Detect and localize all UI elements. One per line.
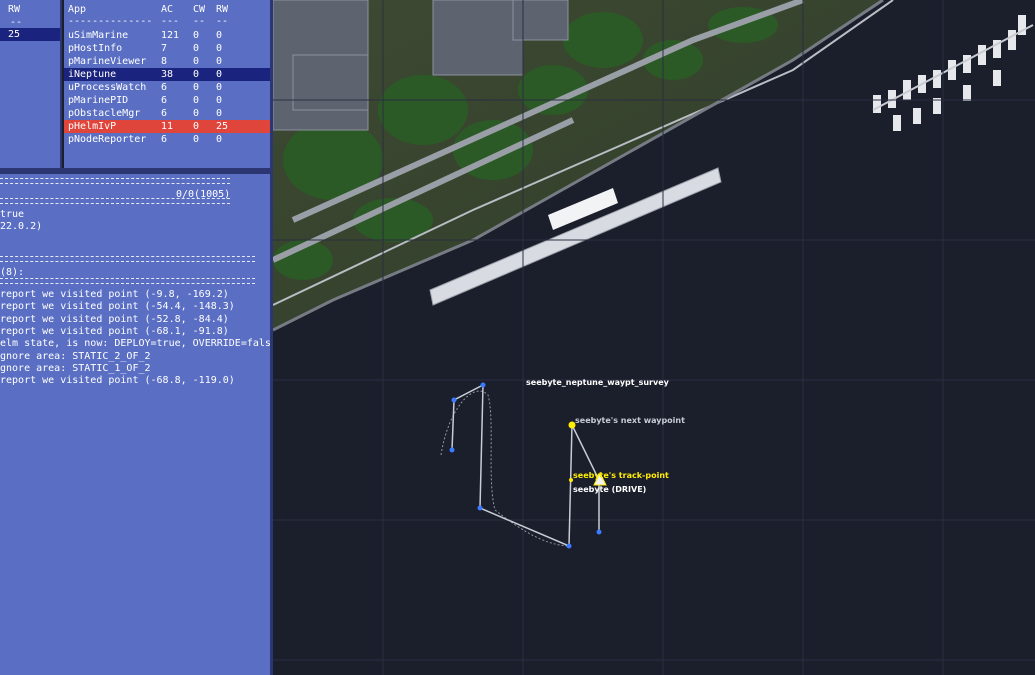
app-cell-app: uProcessWatch bbox=[68, 82, 147, 93]
app-cell-rw: 0 bbox=[216, 30, 223, 41]
app-row[interactable]: pHostInfo 7 0 0 bbox=[64, 42, 270, 55]
app-row[interactable]: iNeptune 38 0 0 bbox=[64, 68, 270, 81]
dash-ac: --- bbox=[161, 16, 180, 27]
app-cell-cw: 0 bbox=[193, 56, 200, 67]
log-line: gnore area: STATIC_2_OF_2 bbox=[0, 350, 151, 362]
rw-header: RW bbox=[8, 4, 21, 15]
app-cell-cw: 0 bbox=[193, 121, 200, 132]
app-cell-app: iNeptune bbox=[68, 69, 117, 80]
log-line: report we visited point (-54.4, -148.3) bbox=[0, 301, 235, 313]
app-row[interactable]: pMarinePID 6 0 0 bbox=[64, 94, 270, 107]
app-cell-app: pMarineViewer bbox=[68, 56, 147, 67]
app-row[interactable]: uSimMarine 121 0 0 bbox=[64, 29, 270, 42]
app-cell-app: pHelmIvP bbox=[68, 121, 117, 132]
app-cell-rw: 0 bbox=[216, 95, 223, 106]
log-top-line-2: 22.0.2) bbox=[0, 221, 43, 232]
map-viewer[interactable]: seebyte_neptune_waypt_survey seebyte's n… bbox=[273, 0, 1035, 675]
app-cell-rw: 0 bbox=[216, 56, 223, 67]
log-line: report we visited point (-9.8, -169.2) bbox=[0, 289, 229, 300]
app-table-dashes: -------------- --- -- -- bbox=[64, 15, 270, 28]
track-point-label: seebyte's track-point bbox=[573, 471, 669, 480]
dash-app: -------------- bbox=[68, 16, 153, 27]
app-cell-ac: 6 bbox=[161, 108, 168, 119]
app-cell-ac: 6 bbox=[161, 134, 168, 145]
app-cell-cw: 0 bbox=[193, 30, 200, 41]
rule-4 bbox=[0, 278, 255, 284]
app-cell-rw: 0 bbox=[216, 134, 223, 145]
app-cell-app: uSimMarine bbox=[68, 30, 129, 41]
vehicle-label: seebyte (DRIVE) bbox=[573, 485, 647, 494]
log-line: gnore area: STATIC_1_OF_2 bbox=[0, 362, 151, 374]
app-cell-ac: 6 bbox=[161, 82, 168, 93]
app-cell-app: pMarinePID bbox=[68, 95, 129, 106]
app-cell-ac: 11 bbox=[161, 121, 174, 132]
rule-3 bbox=[0, 256, 255, 262]
app-row[interactable]: pObstacleMgr 6 0 0 bbox=[64, 107, 270, 120]
app-row[interactable]: pHelmIvP 11 0 25 bbox=[64, 120, 270, 133]
dash-rw: -- bbox=[216, 16, 229, 27]
app-cell-ac: 7 bbox=[161, 43, 168, 54]
helm-log-pane: 0/0(1005) true 22.0.2) (8): report we vi… bbox=[0, 172, 270, 675]
app-cell-app: pObstacleMgr bbox=[68, 108, 141, 119]
survey-label: seebyte_neptune_waypt_survey bbox=[526, 378, 669, 387]
map-canvas[interactable] bbox=[273, 0, 1035, 675]
app-row[interactable]: uProcessWatch 6 0 0 bbox=[64, 81, 270, 94]
app-cell-cw: 0 bbox=[193, 134, 200, 145]
app-cell-ac: 38 bbox=[161, 69, 174, 80]
selected-row[interactable]: 25 bbox=[0, 28, 60, 41]
app-cell-cw: 0 bbox=[193, 43, 200, 54]
app-cell-ac: 6 bbox=[161, 95, 168, 106]
app-cell-ac: 121 bbox=[161, 30, 180, 41]
rule-2 bbox=[0, 198, 230, 204]
app-cell-rw: 25 bbox=[216, 121, 229, 132]
log-line: elm state, is now: DEPLOY=true, OVERRIDE… bbox=[0, 338, 270, 350]
app-cell-ac: 8 bbox=[161, 56, 168, 67]
app-cell-cw: 0 bbox=[193, 108, 200, 119]
app-cell-rw: 0 bbox=[216, 43, 223, 54]
app-cell-rw: 0 bbox=[216, 108, 223, 119]
rule-top bbox=[0, 178, 230, 184]
app-row[interactable]: pNodeReporter 6 0 0 bbox=[64, 133, 270, 146]
app-cell-cw: 0 bbox=[193, 82, 200, 93]
log-line: report we visited point (-68.8, -119.0) bbox=[0, 375, 235, 387]
app-row[interactable]: pMarineViewer 8 0 0 bbox=[64, 55, 270, 68]
app-cell-app: pNodeReporter bbox=[68, 134, 147, 145]
app-status-pane: App AC CW RW -------------- --- -- -- uS… bbox=[64, 0, 270, 168]
selected-value: 25 bbox=[8, 29, 21, 40]
app-cell-rw: 0 bbox=[216, 69, 223, 80]
app-cell-cw: 0 bbox=[193, 95, 200, 106]
log-line: report we visited point (-52.8, -84.4) bbox=[0, 313, 229, 325]
log-line: report we visited point (-68.1, -91.8) bbox=[0, 325, 229, 337]
app-cell-app: pHostInfo bbox=[68, 43, 123, 54]
dash-cw: -- bbox=[193, 16, 206, 27]
app-cell-cw: 0 bbox=[193, 69, 200, 80]
next-waypoint-label: seebyte's next waypoint bbox=[575, 416, 685, 425]
app-cell-rw: 0 bbox=[216, 82, 223, 93]
scope-pane-narrow: RW -- 25 bbox=[0, 0, 62, 168]
